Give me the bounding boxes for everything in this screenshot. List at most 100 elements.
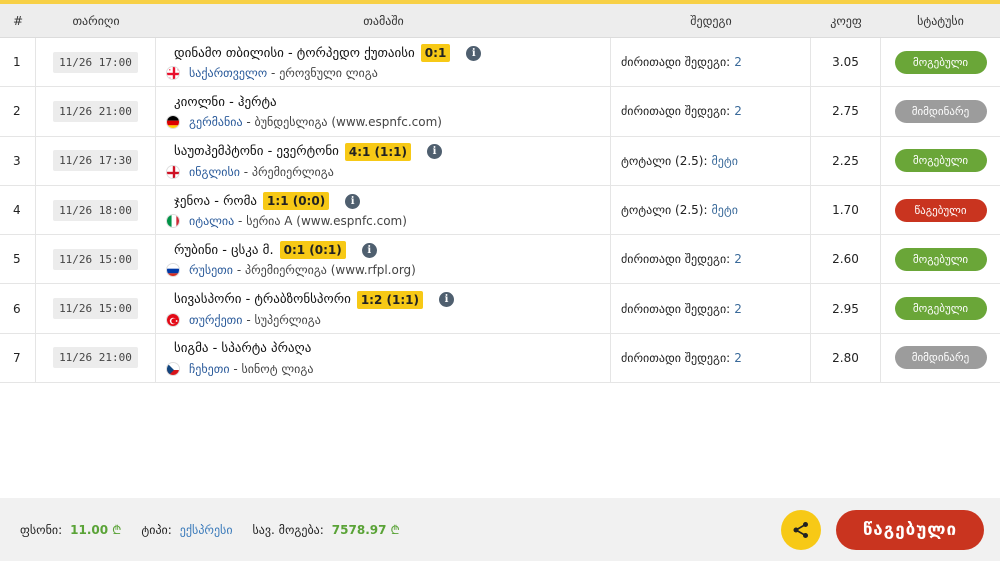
status-badge: მოგებული — [894, 297, 987, 321]
league-info: გერმანია - ბუნდესლიგა (www.espnfc.com) — [189, 115, 442, 130]
country-name: რუსეთი — [189, 263, 234, 278]
match-teams[interactable]: საუთჰემპტონი - ევერტონი — [174, 144, 339, 159]
header-num: # — [12, 13, 24, 28]
league-info: ინგლისი - პრემიერლიგა — [189, 164, 334, 179]
match-date: 11/26 15:00 — [53, 248, 138, 270]
bet-footer: ფსონი: 11.00 ₾ ტიპი: ექსპრესი სავ. მოგებ… — [0, 498, 1000, 561]
type-value: ექსპრესი — [179, 522, 233, 537]
table-row[interactable]: 7 11/26 21:00 სიგმა - სპარტა პრაღა ჩეხეთი -… — [0, 333, 1000, 384]
result-label: ძირითადი შედეგი: — [621, 350, 731, 365]
match-cell: სიგმა - სპარტა პრაღა ჩეხეთი - სინოტ ლიგა — [156, 333, 611, 383]
match-score: 0:1 — [420, 44, 451, 63]
result-value: 2 — [734, 350, 742, 365]
league-info: საქართველო - ეროვნული ლიგა — [189, 66, 378, 81]
match-line: კიოლნი - ჰერტა — [166, 91, 277, 113]
georgia-flag-icon — [166, 66, 180, 81]
result-label: ძირითადი შედეგი: — [621, 55, 731, 70]
league-name: პრემიერლიგა — [251, 164, 334, 179]
table-row[interactable]: 5 11/26 15:00 რუბინი - ცსკა მ. 0:1 (0:1) i რუ… — [0, 235, 1000, 285]
match-teams[interactable]: რუბინი - ცსკა მ. — [174, 243, 274, 258]
match-teams[interactable]: დინამო თბილისი - ტორპედო ქუთაისი — [174, 46, 415, 61]
coefficient: 2.60 — [811, 235, 881, 284]
table-row[interactable]: 6 11/26 15:00 სივასპორი - ტრაბზონსპორი 1:2 … — [0, 284, 1000, 334]
league-line: იტალია - სერია A (www.espnfc.com) — [166, 212, 407, 230]
status-badge: მოგებული — [894, 247, 987, 271]
match-teams[interactable]: სიგმა - სპარტა პრაღა — [174, 341, 311, 356]
result-label: ძირითადი შედეგი: — [621, 252, 731, 267]
date-cell: 11/26 21:00 — [36, 333, 156, 383]
status-badge: მოგებული — [894, 149, 987, 173]
match-date: 11/26 21:00 — [53, 347, 138, 369]
info-icon[interactable]: i — [438, 292, 454, 308]
status-cell: წაგებული — [881, 186, 1000, 234]
match-teams[interactable]: ჯენოა - რომა — [174, 194, 257, 209]
league-line: თურქეთი - სუპერლიგა — [166, 311, 321, 329]
win-currency: ₾ — [390, 523, 400, 537]
status-cell: მოგებული — [881, 235, 1000, 283]
bet-type-info: ტიპი: ექსპრესი — [141, 523, 232, 537]
result-value: მეტი — [711, 153, 738, 168]
info-icon[interactable]: i — [427, 144, 443, 160]
match-teams[interactable]: სივასპორი - ტრაბზონსპორი — [174, 292, 351, 307]
date-cell: 11/26 15:00 — [36, 235, 156, 284]
result-cell: ტოტალი (2.5): მეტი — [611, 185, 811, 235]
russia-flag-icon — [166, 263, 180, 278]
info-icon[interactable]: i — [466, 45, 482, 61]
result-cell: ძირითადი შედეგი: 2 — [611, 284, 811, 333]
league-name: პრემიერლიგა (www.rfpl.org) — [244, 263, 416, 278]
result-value: 2 — [734, 252, 742, 267]
lost-status-button[interactable]: წაგებული — [836, 510, 984, 550]
bets-table-body: 1 11/26 17:00 დინამო თბილისი - ტორპედო ქუთ… — [0, 38, 1000, 384]
match-line: საუთჰემპტონი - ევერტონი 4:1 (1:1) i — [166, 141, 443, 163]
header-coef: კოეფ — [830, 13, 862, 28]
stake-info: ფსონი: 11.00 ₾ — [20, 521, 121, 538]
league-line: ინგლისი - პრემიერლიგა — [166, 163, 334, 181]
match-cell: ჯენოა - რომა 1:1 (0:0) i იტალია - სერია A (… — [156, 185, 611, 235]
match-date: 11/26 18:00 — [53, 199, 138, 221]
match-score: 0:1 (0:1) — [279, 241, 346, 260]
status-badge: წაგებული — [894, 198, 987, 222]
coefficient: 2.75 — [811, 87, 881, 136]
row-number: 3 — [0, 136, 36, 185]
possible-win-info: სავ. მოგება: 7578.97 ₾ — [253, 521, 400, 538]
status-cell: მოგებული — [881, 38, 1000, 86]
result-value: 2 — [734, 55, 742, 70]
table-row[interactable]: 3 11/26 17:30 საუთჰემპტონი - ევერტონი 4:1 (… — [0, 136, 1000, 186]
match-cell: დინამო თბილისი - ტორპედო ქუთაისი 0:1 i საქა… — [156, 38, 611, 87]
header-status: სტატუსი — [917, 13, 964, 28]
row-number: 7 — [0, 333, 36, 383]
league-info: იტალია - სერია A (www.espnfc.com) — [189, 214, 407, 229]
match-teams[interactable]: კიოლნი - ჰერტა — [174, 95, 277, 110]
status-cell: მოგებული — [881, 284, 1000, 332]
match-line: რუბინი - ცსკა მ. 0:1 (0:1) i — [166, 239, 377, 261]
turkey-flag-icon — [166, 312, 180, 327]
italy-flag-icon — [166, 214, 180, 229]
result-cell: ძირითადი შედეგი: 2 — [611, 38, 811, 87]
czech-flag-icon — [166, 361, 180, 376]
league-name: სინოტ ლიგა — [241, 361, 314, 376]
stake-label: ფსონი: — [20, 522, 63, 537]
coefficient: 1.70 — [811, 185, 881, 235]
match-line: ჯენოა - რომა 1:1 (0:0) i — [166, 190, 361, 212]
result-label: ტოტალი (2.5): — [621, 203, 708, 218]
table-row[interactable]: 4 11/26 18:00 ჯენოა - რომა 1:1 (0:0) i იტალია… — [0, 185, 1000, 236]
status-cell: მოგებული — [881, 137, 1000, 185]
header-date: თარიღი — [72, 13, 120, 28]
league-info: რუსეთი - პრემიერლიგა (www.rfpl.org) — [189, 263, 416, 278]
coefficient: 2.95 — [811, 284, 881, 333]
league-name: ეროვნული ლიგა — [279, 66, 378, 81]
table-row[interactable]: 1 11/26 17:00 დინამო თბილისი - ტორპედო ქუთ… — [0, 38, 1000, 88]
table-row[interactable]: 2 11/26 21:00 კიოლნი - ჰერტა გერმანია - ბუნ… — [0, 87, 1000, 137]
row-number: 5 — [0, 235, 36, 284]
result-value: 2 — [734, 104, 742, 119]
match-cell: კიოლნი - ჰერტა გერმანია - ბუნდესლიგა (www… — [156, 87, 611, 136]
info-icon[interactable]: i — [361, 242, 377, 258]
info-icon[interactable]: i — [345, 193, 361, 209]
result-label: ტოტალი (2.5): — [621, 153, 708, 168]
match-line: სიგმა - სპარტა პრაღა — [166, 338, 311, 360]
share-button[interactable] — [781, 510, 821, 550]
date-cell: 11/26 21:00 — [36, 87, 156, 136]
league-line: საქართველო - ეროვნული ლიგა — [166, 64, 378, 82]
coefficient: 3.05 — [811, 38, 881, 87]
result-cell: ძირითადი შედეგი: 2 — [611, 87, 811, 136]
